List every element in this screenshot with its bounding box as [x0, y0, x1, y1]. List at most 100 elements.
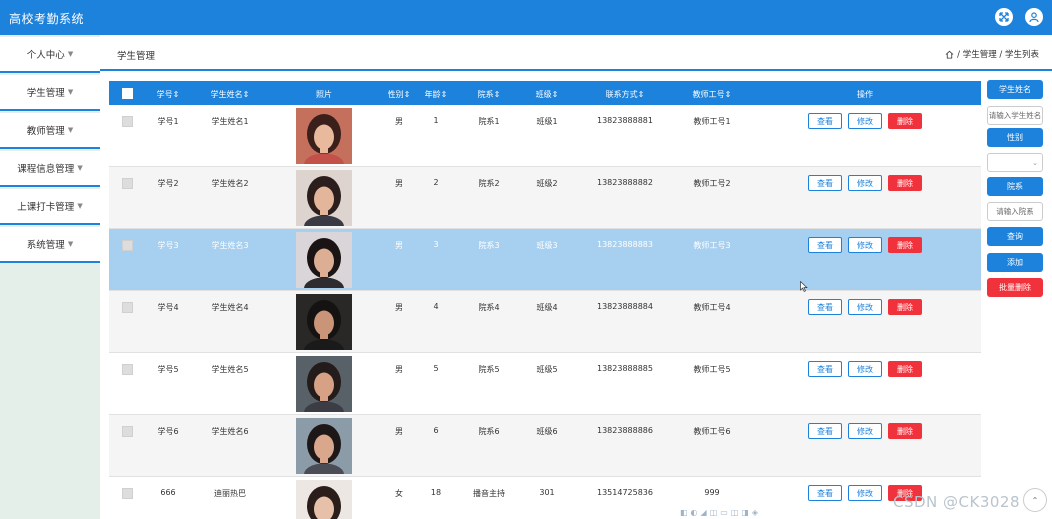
cell-phone: 13514725836 [597, 488, 653, 497]
table-row[interactable]: 学号5 学生姓名5 男 5 院系5 班级5 13823888885 教师工号5 查看 修改 删除 [109, 353, 981, 415]
row-checkbox[interactable] [122, 178, 133, 189]
cell-age: 6 [433, 426, 439, 435]
column-header-dept[interactable]: 院系⇕ [478, 89, 501, 100]
select-all-checkbox[interactable] [122, 88, 133, 99]
cell-class: 班级4 [536, 303, 558, 312]
cell-gender: 男 [395, 179, 403, 188]
breadcrumb-path: / 学生管理 / 学生列表 [957, 50, 1039, 60]
edit-button[interactable]: 修改 [848, 423, 882, 439]
cell-gender: 男 [395, 241, 403, 250]
table-row[interactable]: 学号2 学生姓名2 男 2 院系2 班级2 13823888882 教师工号2 查看 修改 删除 [109, 167, 981, 229]
sidebar-item-personal-center[interactable]: 个人中心 ▼ [0, 37, 100, 73]
app-title: 高校考勤系统 [9, 12, 85, 26]
row-checkbox[interactable] [122, 426, 133, 437]
query-button[interactable]: 查询 [987, 227, 1043, 246]
column-header-name[interactable]: 学生姓名⇕ [211, 89, 250, 100]
sidebar-item-student-management[interactable]: 学生管理 ▼ [0, 75, 100, 111]
column-header-phone[interactable]: 联系方式⇕ [606, 89, 645, 100]
table-row[interactable]: 学号4 学生姓名4 男 4 院系4 班级4 13823888884 教师工号4 查看 修改 删除 [109, 291, 981, 353]
view-button[interactable]: 查看 [808, 175, 842, 191]
student-photo [296, 418, 352, 474]
edit-button[interactable]: 修改 [848, 361, 882, 377]
view-button[interactable]: 查看 [808, 361, 842, 377]
gender-filter-label: 性别 [987, 128, 1043, 147]
column-header-photo: 照片 [316, 90, 332, 99]
row-checkbox[interactable] [122, 116, 133, 127]
home-icon[interactable] [945, 50, 954, 59]
cell-name: 迪丽热巴 [214, 489, 246, 498]
cell-age: 5 [433, 364, 439, 373]
scroll-top-button[interactable]: ⌃ [1023, 488, 1047, 512]
caret-down-icon: ▼ [67, 50, 74, 58]
cell-name: 学生姓名1 [211, 117, 249, 126]
edit-button[interactable]: 修改 [848, 175, 882, 191]
view-button[interactable]: 查看 [808, 113, 842, 129]
cell-class: 班级6 [536, 427, 558, 436]
table-row[interactable]: 学号3 学生姓名3 男 3 院系3 班级3 13823888883 教师工号3 查看 修改 删除 [109, 229, 981, 291]
batch-delete-button[interactable]: 批量删除 [987, 278, 1043, 297]
sidebar-item-label: 上课打卡管理 [17, 202, 75, 213]
name-search-input[interactable]: 请输入学生姓名 [987, 106, 1043, 125]
table-row[interactable]: 学号6 学生姓名6 男 6 院系6 班级6 13823888886 教师工号6 查看 修改 删除 [109, 415, 981, 477]
cell-name: 学生姓名4 [211, 303, 249, 312]
cell-class: 班级3 [536, 241, 558, 250]
cell-name: 学生姓名6 [211, 427, 249, 436]
sidebar-item-course-management[interactable]: 课程信息管理 ▼ [0, 151, 100, 187]
delete-button[interactable]: 删除 [888, 175, 922, 191]
sidebar-item-checkin-management[interactable]: 上课打卡管理 ▼ [0, 189, 100, 225]
dept-search-input[interactable]: 请输入院系 [987, 202, 1043, 221]
cell-dept: 院系5 [478, 365, 500, 374]
table-row[interactable]: 学号1 学生姓名1 男 1 院系1 班级1 13823888881 教师工号1 查看 修改 删除 [109, 105, 981, 167]
row-checkbox[interactable] [122, 488, 133, 499]
view-button[interactable]: 查看 [808, 423, 842, 439]
column-header-class[interactable]: 班级⇕ [536, 89, 559, 100]
edit-button[interactable]: 修改 [848, 237, 882, 253]
cell-gender: 女 [395, 489, 403, 498]
cell-class: 班级1 [536, 117, 558, 126]
cell-age: 18 [430, 488, 442, 497]
row-checkbox[interactable] [122, 364, 133, 375]
name-filter-label: 学生姓名 [987, 80, 1043, 99]
edit-button[interactable]: 修改 [848, 485, 882, 501]
delete-button[interactable]: 删除 [888, 237, 922, 253]
cell-dept: 院系1 [478, 117, 500, 126]
sidebar-item-system-management[interactable]: 系统管理 ▼ [0, 227, 100, 263]
table-row[interactable]: 666 迪丽热巴女 18 播音主持 301 13514725836 999 查看 修改 删除 [109, 477, 981, 519]
column-header-gender[interactable]: 性别⇕ [388, 89, 411, 100]
user-icon[interactable] [1025, 8, 1043, 26]
fullscreen-icon[interactable] [995, 8, 1013, 26]
student-photo [296, 170, 352, 226]
student-photo [296, 294, 352, 350]
cell-phone: 13823888882 [597, 178, 653, 187]
delete-button[interactable]: 删除 [888, 423, 922, 439]
student-photo [296, 108, 352, 164]
column-header-teacher[interactable]: 教师工号⇕ [693, 89, 732, 100]
column-header-id[interactable]: 学号⇕ [157, 89, 180, 100]
delete-button[interactable]: 删除 [888, 299, 922, 315]
cell-dept: 院系6 [478, 427, 500, 436]
view-button[interactable]: 查看 [808, 485, 842, 501]
gender-select[interactable]: ⌄ [987, 153, 1043, 172]
cell-teacher-id: 教师工号1 [693, 117, 731, 126]
sidebar-item-teacher-management[interactable]: 教师管理 ▼ [0, 113, 100, 149]
edit-button[interactable]: 修改 [848, 113, 882, 129]
row-checkbox[interactable] [122, 302, 133, 313]
cell-id: 学号6 [157, 427, 179, 436]
cell-teacher-id: 999 [704, 488, 720, 497]
cell-name: 学生姓名3 [211, 241, 249, 250]
cell-id: 学号5 [157, 365, 179, 374]
cell-dept: 院系3 [478, 241, 500, 250]
edit-button[interactable]: 修改 [848, 299, 882, 315]
delete-button[interactable]: 删除 [888, 113, 922, 129]
row-checkbox[interactable] [122, 240, 133, 251]
view-button[interactable]: 查看 [808, 237, 842, 253]
caret-down-icon: ▼ [67, 240, 74, 248]
column-header-age[interactable]: 年龄⇕ [425, 89, 448, 100]
cell-class: 班级5 [536, 365, 558, 374]
cell-class: 班级2 [536, 179, 558, 188]
delete-button[interactable]: 删除 [888, 361, 922, 377]
cell-gender: 男 [395, 365, 403, 374]
add-button[interactable]: 添加 [987, 253, 1043, 272]
view-button[interactable]: 查看 [808, 299, 842, 315]
student-table: 学号⇕ 学生姓名⇕ 照片 性别⇕ 年龄⇕ 院系⇕ 班级⇕ 联系方式⇕ 教师工号⇕… [109, 81, 981, 519]
